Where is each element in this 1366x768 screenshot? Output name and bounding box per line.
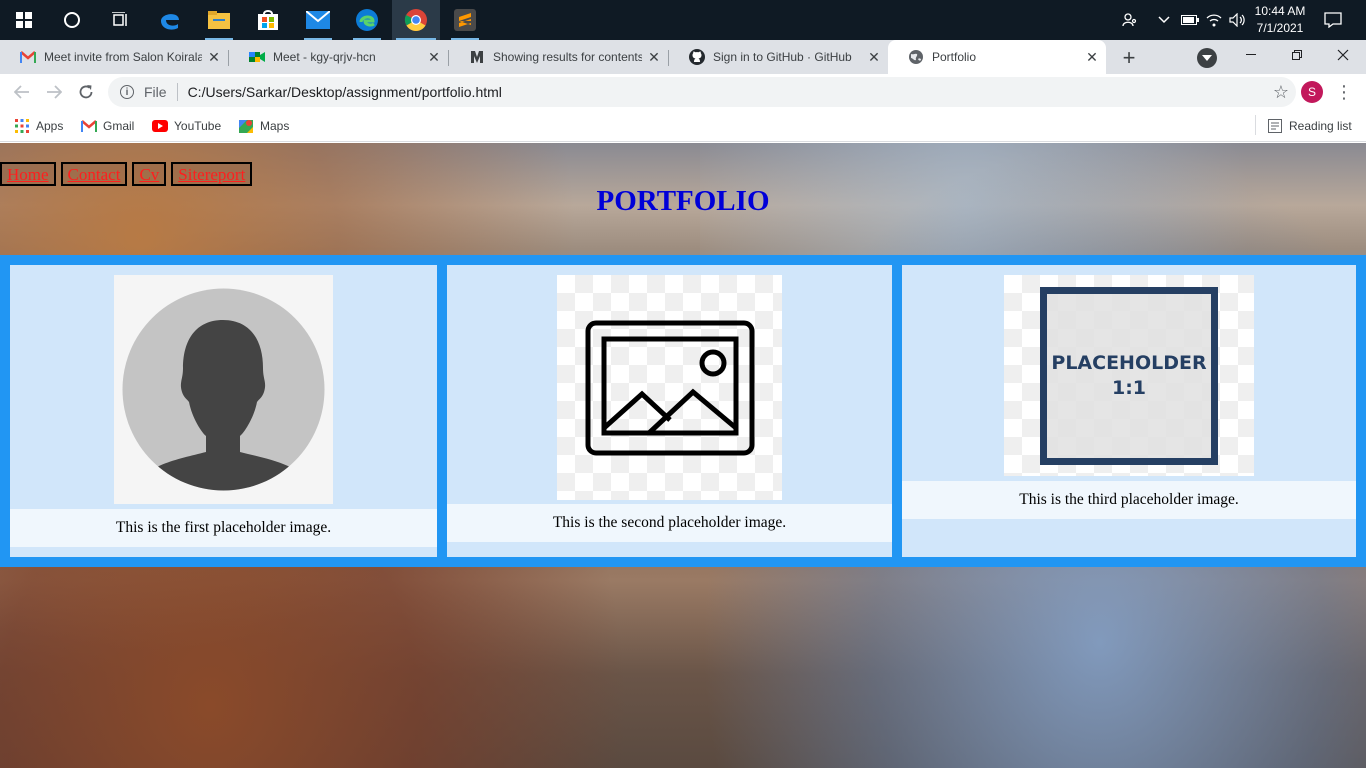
reading-list-icon [1267,118,1283,134]
omnibox-divider [176,83,178,101]
page-viewport: Home Contact Cv Sitereport PORTFOLIO Thi… [0,143,1366,768]
edge-icon[interactable] [343,0,391,40]
tab-close-icon[interactable]: ✕ [426,49,442,65]
reload-icon[interactable] [72,78,100,106]
tab-close-icon[interactable]: ✕ [206,49,222,65]
bookmark-label: Gmail [103,119,135,133]
more-menu-icon[interactable]: ⋮ [1335,78,1353,106]
gmail-icon [20,49,36,65]
gallery: This is the first placeholder image. Thi… [0,255,1366,567]
bookmark-star-icon[interactable]: ☆ [1266,82,1296,103]
gmail-icon [81,118,97,134]
clock-date: 7/1/2021 [1256,21,1304,35]
close-window-icon[interactable] [1320,40,1366,70]
forward-arrow-icon[interactable] [40,78,68,106]
reading-list-button[interactable]: Reading list [1267,116,1352,136]
globe-icon [908,49,924,65]
reading-list-label: Reading list [1289,119,1352,133]
task-view-icon[interactable] [96,0,144,40]
placeholder-box: PLACEHOLDER 1:1 [1040,286,1218,465]
meet-icon [249,49,265,65]
taskbar: 10:44 AM 7/1/2021 [0,0,1366,40]
tab-strip: Meet invite from Salon Koirala ✕ Meet - … [0,40,1366,74]
tab-title: Showing results for contents [493,50,642,64]
back-arrow-icon[interactable] [8,78,36,106]
bookmark-maps[interactable]: Maps [238,116,289,136]
nav-home-link[interactable]: Home [0,162,56,186]
windows-start-button[interactable] [0,0,48,40]
sublime-text-icon[interactable] [441,0,489,40]
avatar-placeholder-image [114,275,333,504]
address-bar[interactable]: i File C:/Users/Sarkar/Desktop/assignmen… [108,77,1296,107]
nav-sitereport-link[interactable]: Sitereport [171,162,253,186]
bookmark-label: Apps [36,119,64,133]
image-placeholder-image [557,275,782,500]
battery-icon[interactable] [1180,0,1200,40]
tab-meet[interactable]: Meet - kgy-qrjv-hcn ✕ [229,40,448,74]
card-caption: This is the first placeholder image. [10,509,437,547]
tab-portfolio[interactable]: Portfolio ✕ [888,40,1106,74]
nav-cv-link[interactable]: Cv [132,162,167,186]
tab-close-icon[interactable]: ✕ [1084,49,1100,65]
gallery-card: This is the second placeholder image. [447,265,892,557]
tab-title: Portfolio [932,50,977,64]
tab-gmail[interactable]: Meet invite from Salon Koirala ✕ [0,40,228,74]
tab-close-icon[interactable]: ✕ [866,49,882,65]
edge-legacy-icon[interactable] [146,0,194,40]
chrome-icon[interactable] [392,0,440,40]
people-icon[interactable] [1118,0,1142,40]
placeholder-text: PLACEHOLDER [1051,351,1207,374]
url-scheme: File [144,84,167,100]
apps-grid-icon [14,118,30,134]
info-icon[interactable]: i [120,85,134,99]
tab-title: Meet invite from Salon Koirala [44,50,202,64]
taskbar-clock[interactable]: 10:44 AM 7/1/2021 [1250,3,1310,37]
wifi-icon[interactable] [1204,0,1224,40]
bookmarks-divider [1255,115,1256,135]
volume-icon[interactable] [1228,0,1248,40]
bookmark-youtube[interactable]: YouTube [152,116,221,136]
bookmark-gmail[interactable]: Gmail [81,116,134,136]
bookmark-label: YouTube [174,119,222,133]
mail-icon[interactable] [294,0,342,40]
site-nav: Home Contact Cv Sitereport [0,162,253,186]
card-caption: This is the second placeholder image. [447,504,892,542]
youtube-icon [152,118,168,134]
card-caption: This is the third placeholder image. [902,481,1356,519]
page-title: PORTFOLIO [596,185,770,217]
notification-icon[interactable] [1318,0,1348,40]
clock-time: 10:44 AM [1254,4,1306,18]
github-icon [689,49,705,65]
tab-title: Meet - kgy-qrjv-hcn [273,50,376,64]
profile-avatar[interactable]: S [1301,81,1323,103]
bookmarks-bar: Apps Gmail YouTube Maps Reading list [0,110,1366,142]
tab-title: Sign in to GitHub · GitHub [713,50,852,64]
tab-search-results[interactable]: Showing results for contents ✕ [449,40,668,74]
tab-github[interactable]: Sign in to GitHub · GitHub ✕ [669,40,888,74]
bookmark-label: Maps [260,119,290,133]
url-text[interactable]: C:/Users/Sarkar/Desktop/assignment/portf… [188,84,1266,100]
nav-contact-link[interactable]: Contact [60,162,128,186]
microsoft-store-icon[interactable] [244,0,292,40]
tab-search-icon[interactable] [1197,48,1217,68]
file-explorer-icon[interactable] [195,0,243,40]
search-circle-icon[interactable] [48,0,96,40]
unknown-icon [469,49,485,65]
bookmark-apps[interactable]: Apps [14,116,63,136]
square-placeholder-image: PLACEHOLDER 1:1 [1004,275,1254,476]
new-tab-button[interactable]: + [1116,45,1142,71]
gallery-card: PLACEHOLDER 1:1 This is the third placeh… [902,265,1356,557]
minimize-icon[interactable] [1228,40,1274,70]
chevron-up-icon[interactable] [1155,0,1173,40]
maps-icon [238,118,254,134]
browser-toolbar: i File C:/Users/Sarkar/Desktop/assignmen… [0,74,1366,110]
placeholder-ratio: 1:1 [1111,376,1147,399]
tab-close-icon[interactable]: ✕ [646,49,662,65]
gallery-card: This is the first placeholder image. [10,265,437,557]
restore-icon[interactable] [1274,40,1320,70]
